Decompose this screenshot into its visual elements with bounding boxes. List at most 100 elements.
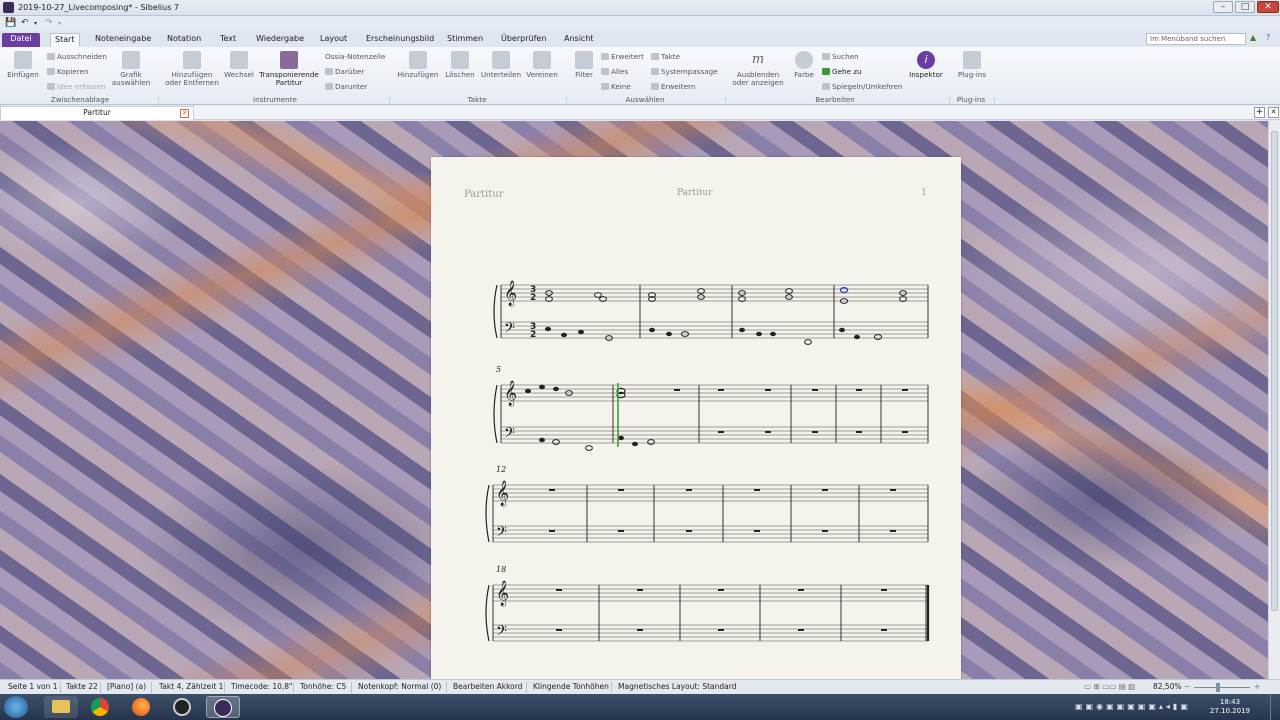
extend-selection-button[interactable]: Erweitern xyxy=(651,82,695,91)
zoom-slider[interactable] xyxy=(1194,687,1250,688)
close-tab-icon[interactable]: ✕ xyxy=(180,109,189,118)
status-instrument: [Piano] (a) xyxy=(107,682,147,691)
status-page: Seite 1 von 1 xyxy=(8,682,58,691)
vertical-scrollbar[interactable] xyxy=(1268,121,1280,679)
zoom-slider-thumb[interactable] xyxy=(1216,683,1220,692)
goto-button[interactable]: Gehe zu xyxy=(822,67,862,76)
obs-taskbar-icon[interactable] xyxy=(165,696,199,718)
ossia-below-button[interactable]: Darunter xyxy=(325,82,367,91)
tab-wiedergabe[interactable]: Wiedergabe xyxy=(252,33,308,47)
select-all-button[interactable]: Alles xyxy=(601,67,628,76)
view-mode-icons[interactable]: ▭ ⊞ ▭▭ ▤ ▥ xyxy=(1084,682,1135,691)
goto-arrow-icon xyxy=(822,68,830,75)
tab-erscheinungsbild[interactable]: Erscheinungsbild xyxy=(362,33,438,47)
flip-button[interactable]: Spiegeln/Umkehren xyxy=(822,82,902,91)
copy-button[interactable]: Kopieren xyxy=(47,67,89,76)
sibelius-app-icon xyxy=(3,2,14,13)
group-clipboard: Zwischenablage xyxy=(50,95,110,104)
save-icon[interactable]: 💾 xyxy=(5,18,16,28)
tab-text[interactable]: Text xyxy=(216,33,240,47)
graphic-icon xyxy=(122,51,140,69)
add-bar-button[interactable]: Hinzufügen xyxy=(396,51,440,79)
ossia-below-icon xyxy=(325,83,333,90)
cut-button[interactable]: Ausschneiden xyxy=(47,52,107,61)
ribbon-search-input[interactable]: Im Menüband suchen xyxy=(1146,33,1246,45)
undo-icon[interactable]: ↶ xyxy=(21,18,29,28)
inspector-button[interactable]: i Inspektor xyxy=(906,51,946,79)
status-bars: Takte 22 xyxy=(66,682,98,691)
status-notehead: Notenkopf: Normal (0) xyxy=(358,682,442,691)
redo-dropdown-icon[interactable]: ▾ xyxy=(58,20,61,27)
tab-layout[interactable]: Layout xyxy=(316,33,351,47)
paste-button[interactable]: Einfügen xyxy=(6,51,40,79)
split-bar-button[interactable]: Unterteilen xyxy=(479,51,523,79)
tab-stimmen[interactable]: Stimmen xyxy=(443,33,487,47)
taskbar-clock[interactable]: 18:43 27.10.2019 xyxy=(1210,698,1250,716)
passage-icon xyxy=(651,68,659,75)
status-separator xyxy=(446,682,447,693)
scrollbar-thumb[interactable] xyxy=(1271,131,1278,611)
flip-icon xyxy=(822,83,830,90)
color-button[interactable]: Farbe xyxy=(790,51,818,79)
instrument-change-button[interactable]: Wechsel xyxy=(223,51,255,79)
status-position: Takt 4, Zählzeit 1 xyxy=(159,682,224,691)
maximize-button[interactable]: □ xyxy=(1235,1,1255,13)
paste-icon xyxy=(14,51,32,69)
zoom-out-icon[interactable]: − xyxy=(1184,682,1190,691)
tab-ueberpruefen[interactable]: Überprüfen xyxy=(497,33,550,47)
plugins-button[interactable]: Plug-ins xyxy=(954,51,990,79)
split-bar-icon xyxy=(492,51,510,69)
add-bar-icon xyxy=(409,51,427,69)
svg-text:2: 2 xyxy=(530,330,536,340)
status-pitch: Tonhöhe: C5 xyxy=(300,682,347,691)
ribbon-collapse-icon[interactable]: ▲ xyxy=(1250,33,1256,42)
find-button[interactable]: Suchen xyxy=(822,52,859,61)
delete-bar-button[interactable]: Löschen xyxy=(443,51,477,79)
sibelius-taskbar-icon[interactable] xyxy=(206,696,240,718)
bars-icon xyxy=(651,53,659,60)
new-tab-icon[interactable]: + xyxy=(1254,107,1265,118)
svg-text:𝄢: 𝄢 xyxy=(496,524,507,544)
group-bars: Takte xyxy=(467,95,487,104)
status-separator xyxy=(611,682,612,693)
close-button[interactable]: ✕ xyxy=(1257,1,1279,13)
tab-datei[interactable]: Datei xyxy=(2,33,40,47)
inspector-info-icon: i xyxy=(917,51,935,69)
undo-dropdown-icon[interactable]: ▾ xyxy=(34,20,37,27)
select-advanced-button[interactable]: Erweitert xyxy=(601,52,644,61)
show-desktop-button[interactable] xyxy=(1270,694,1280,720)
select-graphic-button[interactable]: Grafik auswählen xyxy=(111,51,151,87)
instrument-change-icon xyxy=(230,51,248,69)
select-all-icon xyxy=(601,68,609,75)
system-tray-icons[interactable]: ▣▣◉▣▣▣▣▣▴◂▮▣ xyxy=(1075,702,1191,711)
firefox-taskbar-icon[interactable] xyxy=(124,696,158,718)
ossia-above-button[interactable]: Darüber xyxy=(325,67,364,76)
svg-text:𝄢: 𝄢 xyxy=(504,320,515,340)
window-title: 2019-10-27_Livecomposing* - Sibelius 7 xyxy=(18,3,180,12)
capture-idea-button[interactable]: Idee erfassen xyxy=(47,82,106,91)
minimize-button[interactable]: – xyxy=(1213,1,1233,13)
help-icon[interactable]: ? xyxy=(1266,33,1270,42)
explorer-taskbar-icon[interactable] xyxy=(44,696,78,718)
join-bar-button[interactable]: Vereinen xyxy=(524,51,560,79)
chrome-taskbar-icon[interactable] xyxy=(83,696,117,718)
select-bars-button[interactable]: Takte xyxy=(651,52,680,61)
start-button[interactable] xyxy=(4,696,28,718)
hide-show-button[interactable]: m Ausblenden oder anzeigen xyxy=(730,51,786,87)
status-sounding-pitch: Klingende Tonhöhen xyxy=(533,682,609,691)
zoom-in-icon[interactable]: + xyxy=(1254,682,1260,691)
tab-noteneingabe[interactable]: Noteneingabe xyxy=(91,33,155,47)
redo-icon[interactable]: ↷ xyxy=(45,18,53,28)
document-tab-partitur[interactable]: Partitur ✕ xyxy=(0,106,194,120)
tab-ansicht[interactable]: Ansicht xyxy=(560,33,598,47)
select-none-button[interactable]: Keine xyxy=(601,82,631,91)
tab-notation[interactable]: Notation xyxy=(163,33,205,47)
system-passage-button[interactable]: Systempassage xyxy=(651,67,718,76)
close-document-icon[interactable]: ✕ xyxy=(1268,107,1279,118)
filter-button[interactable]: Filter xyxy=(571,51,597,79)
add-remove-instruments-button[interactable]: Hinzufügen oder Entfernen xyxy=(163,51,221,87)
group-instruments: Instrumente xyxy=(253,95,297,104)
score-page[interactable]: Partitur Partitur 1 𝄞 𝄢 𝄞 𝄢 𝄞 𝄢 𝄞 𝄢 3 2 … xyxy=(431,157,961,679)
tab-start[interactable]: Start xyxy=(50,33,80,47)
transposing-score-button[interactable]: Transponierende Partitur xyxy=(258,51,320,87)
